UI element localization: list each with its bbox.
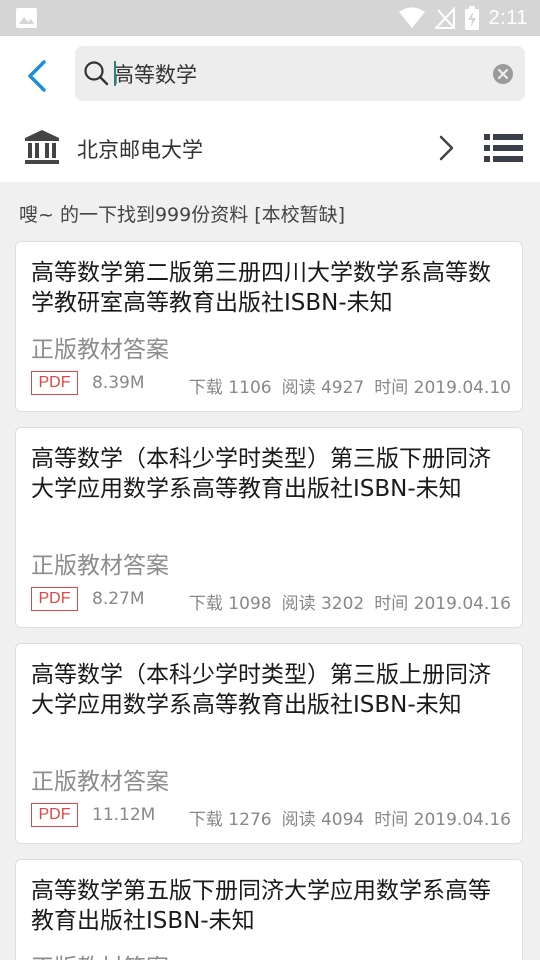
result-subtitle: 正版教材答案 [31,948,169,960]
file-size: 8.39M [92,373,145,393]
search-icon [84,61,109,86]
header: 北京邮电大学 [0,36,540,182]
result-summary: 嗖~ 的一下找到999份资料 [本校暂缺] [19,204,346,226]
upload-time: 时间 2019.04.16 [374,810,511,830]
result-title: 高等数学（本科少学时类型）第三版下册同济大学应用数学系高等教育出版社ISBN-未… [31,446,491,502]
result-meta: PDF 11.12M 下载 1276 阅读 4094 时间 2019.04.16 [31,803,511,830]
result-title: 高等数学（本科少学时类型）第三版上册同济大学应用数学系高等教育出版社ISBN-未… [31,662,491,718]
result-subtitle: 正版教材答案 [31,769,169,795]
status-time: 2:11 [488,6,528,29]
file-type-badge: PDF [31,803,78,827]
read-count: 阅读 3202 [281,594,365,614]
back-arrow-icon[interactable] [18,56,58,96]
chevron-right-icon[interactable] [434,134,458,162]
clear-icon[interactable] [493,64,513,84]
file-type-badge: PDF [31,587,78,611]
result-card[interactable]: 高等数学（本科少学时类型）第三版下册同济大学应用数学系高等教育出版社ISBN-未… [15,427,523,628]
result-title: 高等数学第五版下册同济大学应用数学系高等教育出版社ISBN-未知 [31,878,491,934]
battery-charging-icon [464,6,479,30]
read-count: 阅读 4094 [281,810,365,830]
list-view-icon[interactable] [484,134,523,162]
upload-time: 时间 2019.04.10 [374,378,511,398]
status-bar: 2:11 [0,0,540,36]
image-icon [16,8,37,28]
result-meta: PDF 8.27M 下载 1098 阅读 3202 时间 2019.04.16 [31,587,511,614]
file-type-badge: PDF [31,371,78,395]
result-meta: PDF 8.39M 下载 1106 阅读 4927 时间 2019.04.10 [31,371,511,398]
download-count: 下载 1276 [188,810,272,830]
wifi-icon [398,7,425,28]
read-count: 阅读 4927 [281,378,365,398]
university-icon [25,130,59,164]
result-card[interactable]: 高等数学第二版第三册四川大学数学系高等数学教研室高等教育出版社ISBN-未知 正… [15,241,523,412]
result-title: 高等数学第二版第三册四川大学数学系高等数学教研室高等教育出版社ISBN-未知 [31,260,491,316]
result-subtitle: 正版教材答案 [31,553,169,579]
result-card[interactable]: 高等数学第五版下册同济大学应用数学系高等教育出版社ISBN-未知 正版教材答案 [15,859,523,960]
school-name: 北京邮电大学 [77,138,203,162]
result-card[interactable]: 高等数学（本科少学时类型）第三版上册同济大学应用数学系高等教育出版社ISBN-未… [15,643,523,844]
school-selector[interactable]: 北京邮电大学 [0,120,540,180]
search-input[interactable] [113,46,473,101]
search-box[interactable] [75,46,525,101]
upload-time: 时间 2019.04.16 [374,594,511,614]
file-size: 11.12M [92,805,156,825]
download-count: 下载 1098 [188,594,272,614]
file-size: 8.27M [92,589,145,609]
no-signal-icon [434,7,455,29]
download-count: 下载 1106 [188,378,272,398]
result-subtitle: 正版教材答案 [31,337,169,363]
text-cursor [114,61,116,86]
